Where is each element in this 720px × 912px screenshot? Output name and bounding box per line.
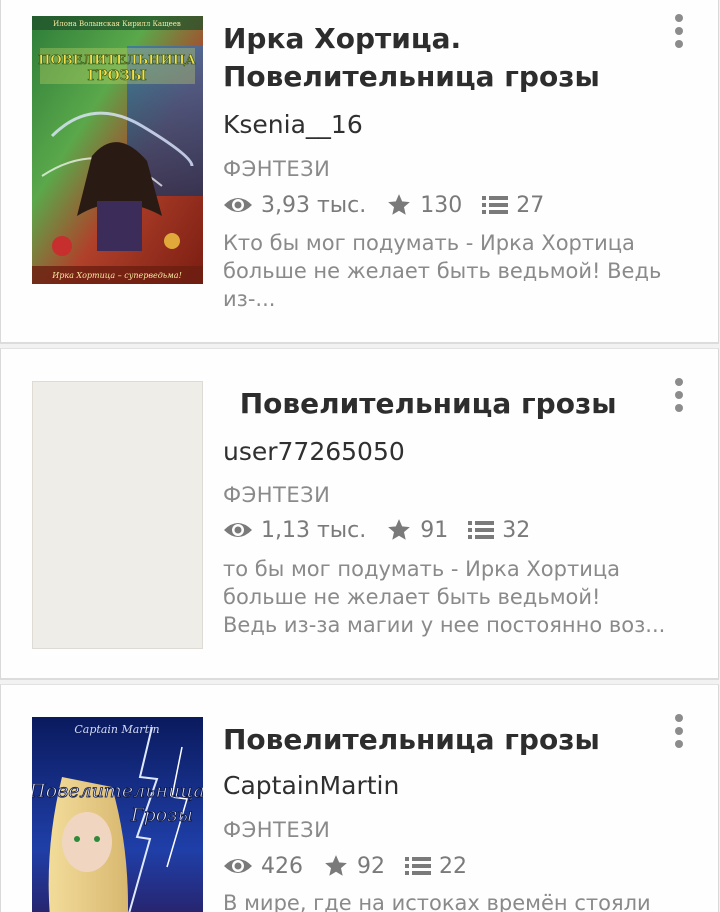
cover-title-text: Грозы <box>130 804 193 826</box>
book-cover[interactable]: Илона Волынская Кирилл Кащеев ПОВЕЛИТЕЛЬ… <box>32 16 203 284</box>
book-cover[interactable]: Captain Martin Повелительница Грозы <box>32 717 203 912</box>
book-stats: 426 92 22 <box>223 851 487 881</box>
chapters-stat: 22 <box>405 854 467 879</box>
description-line: больше не желает быть ведьмой! Ведь <box>223 259 662 283</box>
cover-author-text: Captain Martin <box>74 723 159 736</box>
stars-count: 91 <box>420 517 449 543</box>
chapters-count: 22 <box>439 853 467 879</box>
list-icon <box>468 521 495 539</box>
description-line: то бы мог подумать - Ирка Хортица <box>223 557 621 581</box>
eye-icon <box>224 859 252 873</box>
book-title-line: Повелительница грозы <box>230 387 617 420</box>
views-stat: 1,13 тыс. <box>223 518 366 543</box>
book-title[interactable]: Повелительница грозы <box>223 721 653 759</box>
description-line: Ведь из-за магии у нее постоянно воз... <box>223 613 666 637</box>
svg-text:ПОВЕЛИТЕЛЬНИЦА: ПОВЕЛИТЕЛЬНИЦА <box>38 53 196 68</box>
description-line: больше не желает быть ведьмой! <box>223 585 601 609</box>
book-card[interactable]: Илона Волынская Кирилл Кащеев ПОВЕЛИТЕЛЬ… <box>0 0 719 344</box>
views-count: 3,93 тыс. <box>261 192 367 218</box>
book-description: Кто бы мог подумать - Ирка Хортица больш… <box>223 229 689 313</box>
more-vert-icon[interactable] <box>664 11 694 51</box>
book-description: В мире, где на истоках времён стояли <box>223 889 689 912</box>
chapters-count: 27 <box>516 192 545 218</box>
cover-tagline-text: Ирка Хортица – суперведьма! <box>51 271 182 280</box>
views-stat: 426 <box>223 854 303 879</box>
views-stat: 3,93 тыс. <box>223 193 366 218</box>
book-description: то бы мог подумать - Ирка Хортица больше… <box>223 555 689 639</box>
list-icon <box>405 857 431 875</box>
book-title[interactable]: Ирка Хортица. Повелительница грозы <box>223 20 653 96</box>
cover-author-text: Илона Волынская Кирилл Кащеев <box>53 20 181 28</box>
chapters-count: 32 <box>502 517 531 543</box>
views-count: 1,13 тыс. <box>261 517 367 543</box>
book-author[interactable]: Ksenia__16 <box>223 110 363 139</box>
more-vert-icon[interactable] <box>664 375 694 415</box>
book-genre: ФЭНТЕЗИ <box>223 157 331 181</box>
book-title-line: Повелительница грозы <box>223 723 600 756</box>
book-author[interactable]: CaptainMartin <box>223 771 399 800</box>
book-author[interactable]: user77265050 <box>223 437 405 466</box>
book-list[interactable]: Илона Волынская Кирилл Кащеев ПОВЕЛИТЕЛЬ… <box>0 0 720 912</box>
book-card[interactable]: Captain Martin Повелительница Грозы Пове… <box>0 684 719 912</box>
star-icon <box>388 519 411 540</box>
book-genre: ФЭНТЕЗИ <box>223 818 331 842</box>
book-cover-art: Captain Martin Повелительница Грозы <box>32 717 203 912</box>
stars-count: 92 <box>357 853 385 879</box>
book-genre: ФЭНТЕЗИ <box>223 483 331 507</box>
book-title[interactable]: Повелительница грозы <box>230 385 660 423</box>
stars-stat: 92 <box>323 853 385 879</box>
book-cover-placeholder[interactable] <box>32 381 203 649</box>
description-line: В мире, где на истоках времён стояли <box>223 891 651 912</box>
book-cover-art: Илона Волынская Кирилл Кащеев ПОВЕЛИТЕЛЬ… <box>32 16 203 284</box>
book-title-line: Ирка Хортица. <box>223 22 462 55</box>
stars-stat: 130 <box>386 192 462 218</box>
more-vert-icon[interactable] <box>664 711 694 751</box>
views-count: 426 <box>261 853 303 879</box>
book-title-line: Повелительница грозы <box>223 60 600 93</box>
book-stats: 3,93 тыс. 130 27 <box>223 190 564 220</box>
chapters-stat: 32 <box>468 518 530 543</box>
cover-title-text: Повелительница <box>32 780 203 802</box>
chapters-stat: 27 <box>482 193 544 218</box>
star-icon <box>388 194 411 215</box>
description-line: Кто бы мог подумать - Ирка Хортица <box>223 231 635 255</box>
description-line: из-... <box>223 287 276 311</box>
stars-count: 130 <box>420 192 463 218</box>
book-stats: 1,13 тыс. 91 32 <box>223 515 550 545</box>
stars-stat: 91 <box>386 517 448 543</box>
list-icon <box>482 196 509 214</box>
svg-text:ГРОЗЫ: ГРОЗЫ <box>87 68 146 84</box>
book-card[interactable]: Повелительница грозы user77265050 ФЭНТЕЗ… <box>0 348 719 680</box>
eye-icon <box>224 198 252 212</box>
eye-icon <box>224 523 252 537</box>
star-icon <box>325 855 347 876</box>
